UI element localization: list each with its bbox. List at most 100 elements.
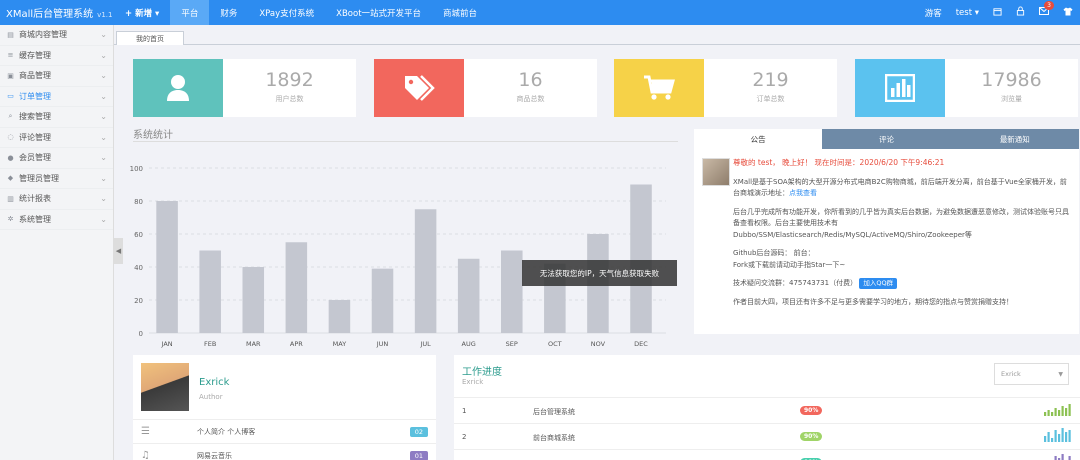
sidebar-item-label: 商城内容管理 bbox=[19, 30, 67, 40]
tab-announcement[interactable]: 公告 bbox=[694, 129, 823, 149]
sidebar-item[interactable]: ⌕ 搜索管理 ⌄ bbox=[0, 107, 113, 128]
author-role: Author bbox=[199, 393, 223, 401]
tabs-bar: 我的首页 bbox=[114, 25, 1080, 45]
message-count-badge: 3 bbox=[1044, 1, 1054, 10]
author-photo bbox=[141, 363, 189, 411]
x-tick-label: SEP bbox=[506, 340, 518, 348]
stat-card-views: 17986 浏览量 bbox=[855, 59, 1078, 117]
stat-label: 商品总数 bbox=[516, 95, 545, 103]
sidebar-item[interactable]: ▭ 订单管理 ⌄ bbox=[0, 87, 113, 107]
app-title: XMall后台管理系统 bbox=[6, 9, 94, 20]
x-tick-label: MAR bbox=[246, 340, 261, 348]
stat-value: 1892 bbox=[265, 69, 314, 91]
sparkline bbox=[1044, 404, 1071, 416]
user-menu[interactable]: test ▾ bbox=[956, 8, 979, 18]
intro-text: XMall是基于SOA架构的大型开源分布式电商B2C购物商城，前后端开发分离，前… bbox=[733, 177, 1067, 198]
project-name: 前台商城系统 bbox=[533, 434, 575, 442]
app-logo[interactable]: XMall后台管理系统 v1.1 bbox=[0, 5, 114, 20]
tab-home[interactable]: 我的首页 bbox=[116, 31, 184, 45]
stat-icon-box bbox=[133, 59, 223, 117]
sidebar-item-label: 搜索管理 bbox=[19, 112, 51, 122]
top-right-tools: 游客 test ▾ 3 bbox=[918, 0, 1080, 25]
y-tick-label: 0 bbox=[139, 330, 143, 338]
sidebar-item-label: 评论管理 bbox=[19, 132, 51, 142]
x-tick-label: OCT bbox=[548, 340, 562, 348]
chart-bar bbox=[285, 242, 308, 333]
work-title: 工作进度 bbox=[462, 367, 502, 378]
music-icon: ♫ bbox=[141, 450, 150, 460]
tab-comments[interactable]: 评论 bbox=[822, 129, 951, 149]
sidebar-item-label: 管理员管理 bbox=[19, 173, 59, 183]
table-row: 2 前台商城系统 90% bbox=[454, 423, 1080, 449]
x-tick-label: APR bbox=[290, 340, 303, 348]
chart-bar bbox=[371, 268, 394, 333]
work-subtitle: Exrick bbox=[462, 378, 484, 386]
nav-storefront[interactable]: 商城前台 bbox=[432, 0, 488, 25]
sidebar-item-label: 商品管理 bbox=[19, 71, 51, 81]
demo-link[interactable]: 点我查看 bbox=[789, 189, 817, 197]
mail-icon[interactable]: 3 bbox=[1039, 1, 1054, 18]
chart-bar bbox=[328, 300, 351, 333]
profile-row-blog[interactable]: ☰ 个人简介 个人博客 02 bbox=[133, 419, 436, 443]
sidebar-item[interactable]: ◆ 管理员管理 ⌄ bbox=[0, 169, 113, 189]
sparkline-bar bbox=[1047, 410, 1050, 416]
chevron-down-icon: ⌄ bbox=[100, 214, 107, 224]
nav-xboot[interactable]: XBoot一站式开发平台 bbox=[325, 0, 432, 25]
sidebar-item[interactable]: ≡ 缓存管理 ⌄ bbox=[0, 46, 113, 66]
stat-label: 浏览量 bbox=[1001, 95, 1022, 103]
profile-row-music[interactable]: ♫ 网易云音乐 01 bbox=[133, 443, 436, 460]
y-tick-label: 60 bbox=[134, 231, 143, 239]
y-tick-label: 20 bbox=[134, 297, 143, 305]
sidebar-item-label: 会员管理 bbox=[19, 153, 51, 163]
sidebar-item[interactable]: ◌ 评论管理 ⌄ bbox=[0, 128, 113, 148]
chevron-down-icon: ⌄ bbox=[100, 71, 107, 81]
app-version: v1.1 bbox=[97, 11, 113, 19]
sparkline-bar bbox=[1051, 438, 1054, 442]
owner-select[interactable]: Exrick ▼ bbox=[994, 363, 1069, 385]
nav-xpay[interactable]: XPay支付系统 bbox=[248, 0, 325, 25]
chevron-down-icon: ⌄ bbox=[100, 194, 107, 204]
nav-platform[interactable]: 平台 bbox=[170, 0, 210, 25]
profile-card: Exrick Author ☰ 个人简介 个人博客 02 ♫ 网易云音乐 01 bbox=[133, 355, 436, 460]
notice-panel: 公告 评论 最新通知 尊敬的 test， 晚上好！ 现在时间是：2020/6/2… bbox=[694, 129, 1079, 334]
sidebar-collapse-handle[interactable]: ◀ bbox=[114, 238, 123, 264]
chevron-down-icon: ⌄ bbox=[100, 173, 107, 183]
profile-row-badge: 01 bbox=[409, 450, 428, 460]
chevron-down-icon: ⌄ bbox=[100, 112, 107, 122]
tshirt-icon[interactable] bbox=[1063, 7, 1073, 19]
sidebar-item[interactable]: ▣ 商品管理 ⌄ bbox=[0, 66, 113, 87]
notice-body: 尊敬的 test， 晚上好！ 现在时间是：2020/6/20 下午9:46:21… bbox=[694, 149, 1079, 323]
sparkline-bar bbox=[1058, 410, 1061, 416]
nav-finance[interactable]: 财务 bbox=[209, 0, 248, 25]
project-name: 后台管理系统 bbox=[533, 408, 575, 416]
lock-icon[interactable] bbox=[1016, 6, 1025, 19]
sparkline-bar bbox=[1051, 412, 1054, 416]
y-tick-label: 80 bbox=[134, 198, 143, 206]
nav-add-button[interactable]: + 新增 ▾ bbox=[114, 0, 170, 25]
sparkline-bar bbox=[1058, 434, 1061, 442]
stat-value: 219 bbox=[752, 69, 789, 91]
y-tick-label: 40 bbox=[134, 264, 143, 272]
sparkline-bar bbox=[1044, 436, 1047, 442]
x-tick-label: JAN bbox=[161, 340, 173, 348]
sidebar-item[interactable]: ● 会员管理 ⌄ bbox=[0, 148, 113, 169]
top-navbar: XMall后台管理系统 v1.1 + 新增 ▾ 平台 财务 XPay支付系统 XB… bbox=[0, 0, 1080, 25]
join-qq-button[interactable]: 加入QQ群 bbox=[859, 278, 898, 289]
sparkline-bar bbox=[1044, 412, 1047, 416]
server-icon: ☰ bbox=[141, 426, 150, 437]
chart-bar bbox=[457, 258, 480, 333]
row-number: 2 bbox=[462, 433, 467, 441]
greeting-text: 尊敬的 test， 晚上好！ 现在时间是：2020/6/20 下午9:46:21 bbox=[733, 158, 945, 167]
sidebar-item[interactable]: ▤ 商城内容管理 ⌄ bbox=[0, 25, 113, 46]
x-tick-label: MAY bbox=[333, 340, 347, 348]
calendar-icon[interactable] bbox=[993, 7, 1002, 19]
sparkline-bar bbox=[1061, 454, 1064, 460]
box-icon: ▣ bbox=[7, 71, 14, 80]
sidebar-item[interactable]: ✲ 系统管理 ⌄ bbox=[0, 210, 113, 230]
chart-icon bbox=[885, 74, 915, 102]
sparkline bbox=[1054, 454, 1071, 460]
sidebar-item[interactable]: ▥ 统计报表 ⌄ bbox=[0, 189, 113, 210]
stat-card-orders: 219 订单总数 bbox=[614, 59, 837, 117]
tab-latest-notice[interactable]: 最新通知 bbox=[950, 129, 1079, 149]
work-progress-card: 工作进度 Exrick Exrick ▼ 1 后台管理系统 90% 2 前台商城系统 90%… bbox=[454, 355, 1080, 460]
